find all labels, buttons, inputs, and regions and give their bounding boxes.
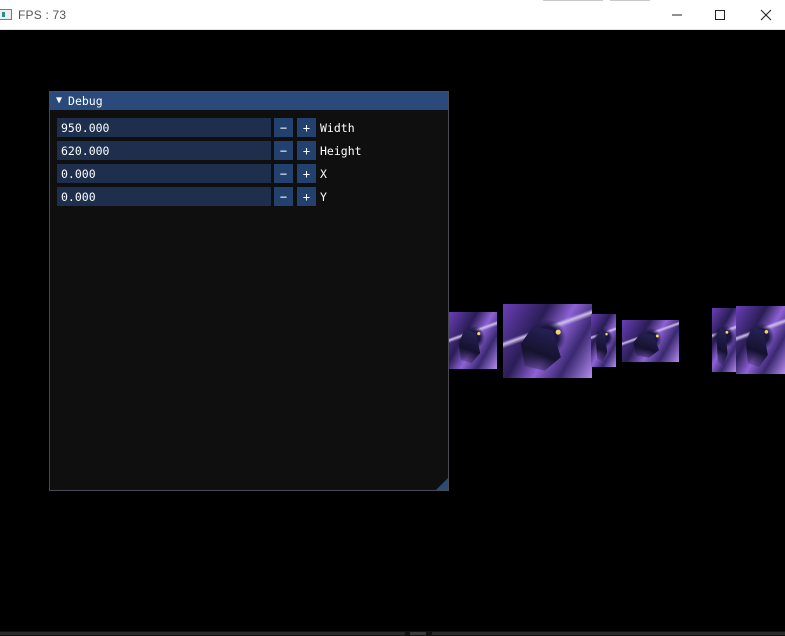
sprite-image	[503, 304, 592, 378]
width-increment-button[interactable]: +	[297, 118, 316, 137]
y-increment-button[interactable]: +	[297, 187, 316, 206]
app-icon	[0, 9, 12, 20]
sprite-image	[712, 308, 736, 372]
x-input-row: 0.000 − + X	[57, 164, 327, 183]
height-increment-button[interactable]: +	[297, 141, 316, 160]
width-input-row: 950.000 − + Width	[57, 118, 355, 137]
triangle-down-icon[interactable]: ▼	[56, 96, 62, 106]
titlebar-divider	[610, 0, 650, 1]
debug-window-title: Debug	[68, 94, 103, 108]
x-input[interactable]: 0.000	[57, 164, 271, 183]
scrollbar-thumb[interactable]	[410, 632, 426, 635]
height-input[interactable]: 620.000	[57, 141, 271, 160]
maximize-button[interactable]	[697, 0, 743, 30]
height-input-row: 620.000 − + Height	[57, 141, 362, 160]
minimize-icon	[672, 14, 682, 16]
window-title: FPS : 73	[18, 8, 67, 22]
titlebar-divider	[543, 0, 603, 1]
sprite-image	[736, 306, 785, 374]
debug-window[interactable]: ▼ Debug 950.000 − + Width 620.000 − + He…	[49, 91, 449, 491]
window-titlebar: FPS : 73	[0, 0, 785, 30]
x-increment-button[interactable]: +	[297, 164, 316, 183]
maximize-icon	[715, 10, 725, 20]
y-input-row: 0.000 − + Y	[57, 187, 327, 206]
width-input[interactable]: 950.000	[57, 118, 271, 137]
minimize-button[interactable]	[654, 0, 700, 30]
debug-window-header[interactable]: ▼ Debug	[50, 92, 448, 110]
scrollbar-track	[432, 632, 785, 635]
resize-grip-icon[interactable]	[436, 478, 448, 490]
y-input[interactable]: 0.000	[57, 187, 271, 206]
sprite-image	[622, 320, 679, 362]
bottom-scrollbar[interactable]	[0, 631, 785, 636]
sprite-image	[449, 312, 497, 369]
close-icon	[760, 9, 772, 21]
height-label: Height	[320, 143, 362, 158]
x-label: X	[320, 166, 327, 181]
x-decrement-button[interactable]: −	[274, 164, 293, 183]
width-decrement-button[interactable]: −	[274, 118, 293, 137]
y-decrement-button[interactable]: −	[274, 187, 293, 206]
y-label: Y	[320, 189, 327, 204]
scrollbar-track	[0, 632, 405, 635]
sprite-image	[591, 314, 616, 367]
close-button[interactable]	[743, 0, 785, 30]
width-label: Width	[320, 120, 355, 135]
height-decrement-button[interactable]: −	[274, 141, 293, 160]
